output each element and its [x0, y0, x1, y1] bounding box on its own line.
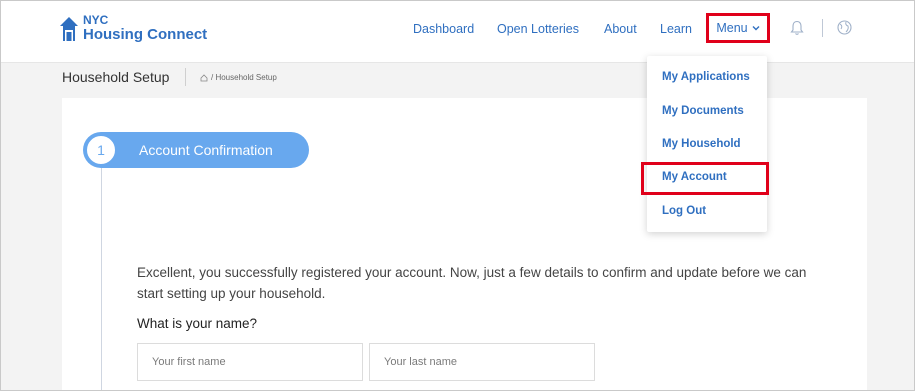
title-divider: [185, 68, 186, 86]
name-question: What is your name?: [137, 316, 258, 331]
nav-learn[interactable]: Learn: [660, 22, 692, 36]
nav-dashboard[interactable]: Dashboard: [413, 22, 474, 36]
menu-label: Menu: [716, 21, 748, 35]
house-logo-icon: [60, 17, 78, 41]
step-number-badge: 1: [85, 134, 117, 166]
bell-icon[interactable]: [790, 20, 804, 36]
logo-line-housing-connect: Housing Connect: [83, 26, 208, 43]
menu-item-my-documents[interactable]: My Documents: [662, 105, 744, 117]
step-timeline-line: [101, 161, 102, 390]
top-header: NYC Housing Connect Dashboard Open Lotte…: [1, 1, 914, 63]
my-account-highlight-box: [641, 162, 769, 195]
menu-item-my-household[interactable]: My Household: [662, 138, 741, 150]
home-icon[interactable]: [200, 73, 208, 82]
language-globe-icon[interactable]: [837, 20, 852, 35]
nav-about[interactable]: About: [604, 22, 637, 36]
menu-item-my-applications[interactable]: My Applications: [662, 71, 750, 83]
page-title: Household Setup: [62, 69, 170, 85]
last-name-input[interactable]: [369, 343, 595, 381]
breadcrumb: / Household Setup: [200, 73, 277, 82]
logo-text: NYC Housing Connect: [83, 14, 207, 43]
menu-button[interactable]: Menu: [706, 13, 770, 43]
intro-text: Excellent, you successfully registered y…: [137, 265, 807, 301]
app-frame: NYC Housing Connect Dashboard Open Lotte…: [0, 0, 915, 391]
nyc-housing-connect-logo[interactable]: NYC Housing Connect: [59, 14, 207, 43]
breadcrumb-text: / Household Setup: [211, 73, 277, 82]
menu-item-log-out[interactable]: Log Out: [662, 205, 706, 217]
step-title: Account Confirmation: [139, 142, 273, 158]
chevron-down-icon: [752, 26, 760, 31]
header-divider: [822, 19, 823, 37]
nav-open-lotteries[interactable]: Open Lotteries: [497, 22, 579, 36]
first-name-input[interactable]: [137, 343, 363, 381]
